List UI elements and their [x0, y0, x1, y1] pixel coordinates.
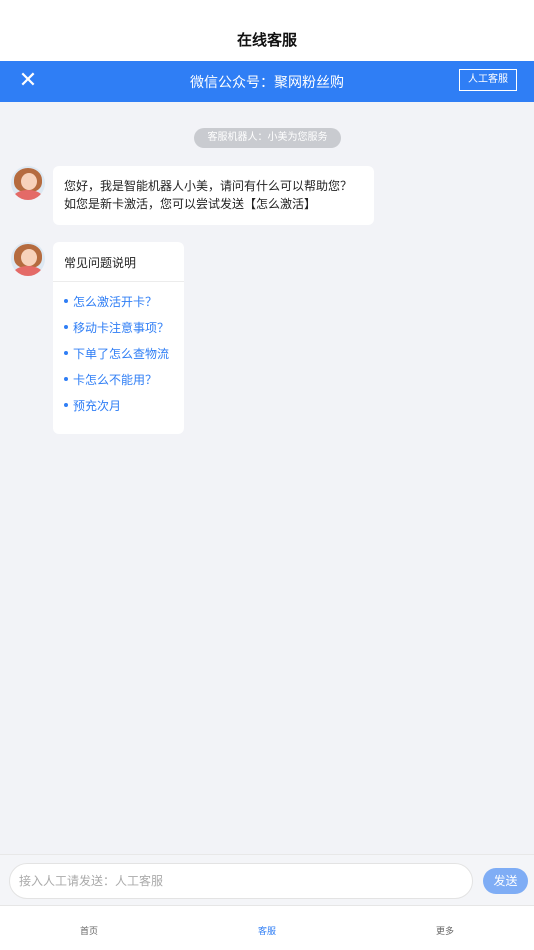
tab-home[interactable]: 首页: [0, 906, 178, 950]
bullet-dot-icon: [64, 298, 68, 303]
faq-item[interactable]: 预充次月: [64, 397, 184, 423]
greeting-line-1: 您好，我是智能机器人小美，请问有什么可以帮助您？: [64, 179, 353, 193]
bullet-dot-icon: [64, 350, 68, 355]
tab-customer-service[interactable]: 客服: [178, 906, 356, 950]
send-button[interactable]: 发送: [483, 868, 528, 894]
faq-item[interactable]: 卡怎么不能用？: [64, 371, 184, 397]
faq-item[interactable]: 移动卡注意事项？: [64, 319, 184, 345]
bullet-dot-icon: [64, 324, 68, 329]
faq-message: 常见问题说明 怎么激活开卡？ 移动卡注意事项？ 下单了怎么查物流 卡怎么不能用？…: [53, 242, 184, 434]
greeting-line-2: 如您是新卡激活，您可以尝试发送【怎么激活】: [64, 197, 317, 211]
input-bar: 发送: [0, 854, 534, 905]
bot-avatar: [11, 166, 45, 200]
chat-header: ✕ 微信公众号：聚网粉丝购 人工客服: [0, 61, 534, 102]
system-notice: 客服机器人：小美为您服务: [194, 128, 341, 148]
chat-area[interactable]: 客服机器人：小美为您服务 您好，我是智能机器人小美，请问有什么可以帮助您？ 如您…: [0, 102, 534, 854]
faq-title: 常见问题说明: [53, 242, 184, 282]
bot-greeting-message: 您好，我是智能机器人小美，请问有什么可以帮助您？ 如您是新卡激活，您可以尝试发送…: [53, 166, 374, 225]
page-title: 在线客服: [236, 31, 297, 49]
human-service-button[interactable]: 人工客服: [459, 69, 517, 91]
faq-item[interactable]: 怎么激活开卡？: [64, 293, 184, 319]
bullet-dot-icon: [64, 376, 68, 381]
faq-list: 怎么激活开卡？ 移动卡注意事项？ 下单了怎么查物流 卡怎么不能用？ 预充次月: [53, 282, 184, 423]
top-title-bar: 在线客服: [0, 0, 534, 61]
bot-avatar: [11, 242, 45, 276]
header-title: 微信公众号：聚网粉丝购: [190, 75, 344, 91]
faq-item[interactable]: 下单了怎么查物流: [64, 345, 184, 371]
tab-more[interactable]: 更多: [356, 906, 534, 950]
bullet-dot-icon: [64, 402, 68, 407]
bottom-tab-bar: 首页 客服 更多: [0, 905, 534, 950]
message-input[interactable]: [9, 863, 473, 899]
